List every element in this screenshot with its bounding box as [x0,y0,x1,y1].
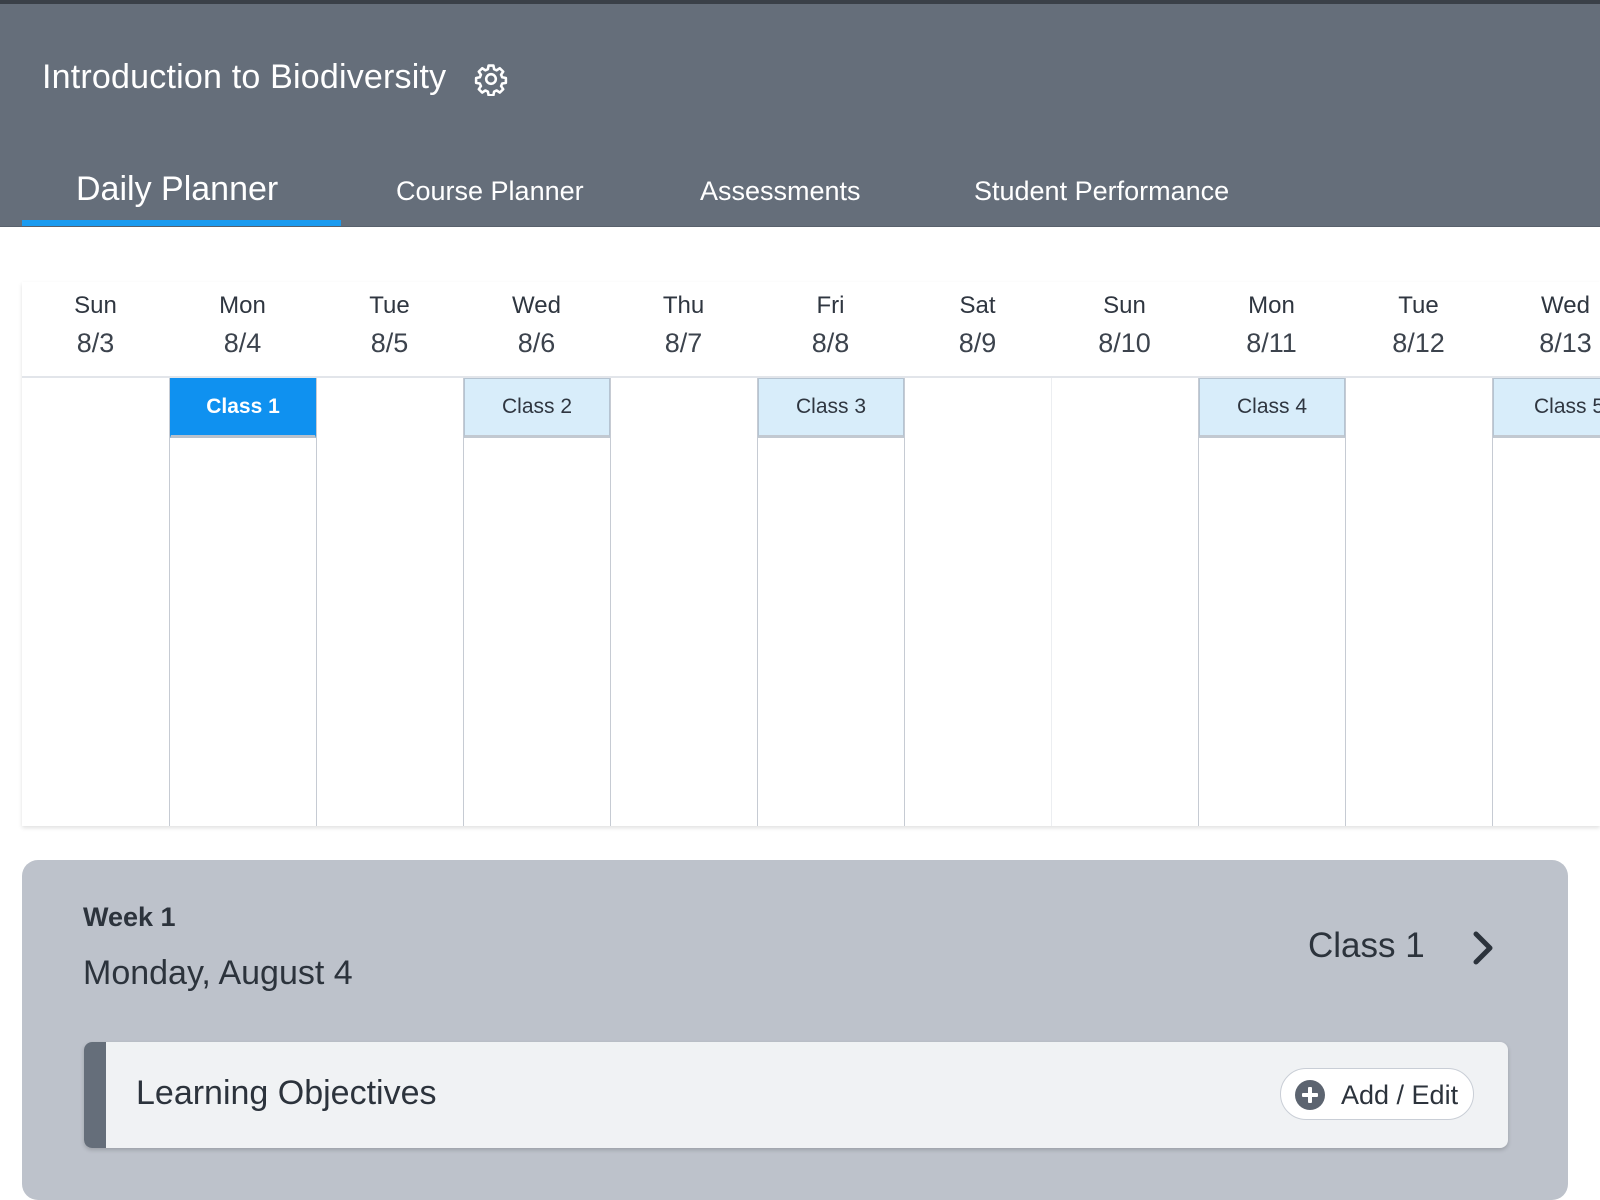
day-column[interactable] [22,378,169,826]
add-edit-button[interactable]: Add / Edit [1280,1068,1474,1120]
day-of-week: Mon [1248,292,1295,319]
day-date: 8/9 [958,328,997,358]
day-header[interactable]: Sun 8/3 [22,282,169,376]
day-header[interactable]: Fri 8/8 [757,282,904,376]
day-detail-panel: Week 1 Monday, August 4 Class 1 Learning… [22,860,1568,1200]
day-column[interactable]: Class 5 [1492,378,1600,826]
week-label: Week 1 [83,902,176,932]
day-date: 8/5 [370,328,409,358]
day-header[interactable]: Sat 8/9 [904,282,1051,376]
day-header[interactable]: Mon 8/11 [1198,282,1345,376]
tab-daily-planner[interactable]: Daily Planner [76,170,278,209]
day-column[interactable]: Class 1 [169,378,316,826]
class-block[interactable]: Class 4 [1199,378,1345,438]
add-edit-label: Add / Edit [1341,1080,1459,1110]
day-date: 8/7 [664,328,703,358]
day-column[interactable] [1345,378,1492,826]
day-column[interactable]: Class 2 [463,378,610,826]
day-header[interactable]: Tue 8/12 [1345,282,1492,376]
day-date: 8/11 [1246,328,1297,358]
day-of-week: Sun [74,292,117,319]
tab-assessments[interactable]: Assessments [700,176,861,207]
course-header: Introduction to Biodiversity Daily Plann… [0,4,1600,227]
plus-circle-icon [1295,1080,1325,1110]
day-of-week: Fri [816,292,845,319]
day-date: 8/13 [1539,328,1592,358]
class-block[interactable]: Class 3 [758,378,904,438]
tab-student-performance[interactable]: Student Performance [974,176,1229,207]
selected-date-label: Monday, August 4 [83,954,353,992]
day-date: 8/8 [811,328,850,358]
day-of-week: Wed [1541,292,1590,319]
day-date: 8/12 [1392,328,1445,358]
day-column[interactable] [1051,378,1198,826]
day-header[interactable]: Sun 8/10 [1051,282,1198,376]
day-of-week: Sat [959,292,996,319]
class-block[interactable]: Class 5 [1493,378,1600,438]
day-of-week: Thu [662,292,705,319]
day-date: 8/10 [1098,328,1151,358]
active-tab-indicator [22,220,341,226]
section-accent-bar [84,1042,106,1148]
learning-objectives-section: Learning Objectives Add / Edit [84,1042,1508,1148]
day-column[interactable] [610,378,757,826]
day-column[interactable]: Class 3 [757,378,904,826]
day-column[interactable] [904,378,1051,826]
day-of-week: Wed [512,292,561,319]
chevron-right-icon[interactable] [1468,928,1498,968]
day-column[interactable]: Class 4 [1198,378,1345,826]
calendar-body: Class 1 Class 2 Class 3 Class 4 Class 5 [22,378,1600,826]
day-column[interactable] [316,378,463,826]
gear-icon[interactable] [474,62,508,96]
day-of-week: Tue [1398,292,1439,319]
day-date: 8/4 [223,328,262,358]
day-header[interactable]: Tue 8/5 [316,282,463,376]
day-header[interactable]: Wed 8/13 [1492,282,1600,376]
day-of-week: Mon [219,292,266,319]
day-of-week: Sun [1103,292,1146,319]
day-header[interactable]: Wed 8/6 [463,282,610,376]
tab-course-planner[interactable]: Course Planner [396,176,584,207]
day-date: 8/3 [76,328,115,358]
class-block[interactable]: Class 2 [464,378,610,438]
section-title: Learning Objectives [136,1074,437,1112]
daily-calendar: Sun 8/3 Mon 8/4 Tue 8/5 Wed 8/6 Thu 8/7 … [22,282,1600,826]
selected-class-label[interactable]: Class 1 [1308,926,1425,966]
calendar-day-headers: Sun 8/3 Mon 8/4 Tue 8/5 Wed 8/6 Thu 8/7 … [22,282,1600,378]
day-header[interactable]: Mon 8/4 [169,282,316,376]
class-block[interactable]: Class 1 [170,378,316,438]
day-of-week: Tue [369,292,410,319]
day-date: 8/6 [517,328,556,358]
day-header[interactable]: Thu 8/7 [610,282,757,376]
course-title: Introduction to Biodiversity [42,58,447,96]
